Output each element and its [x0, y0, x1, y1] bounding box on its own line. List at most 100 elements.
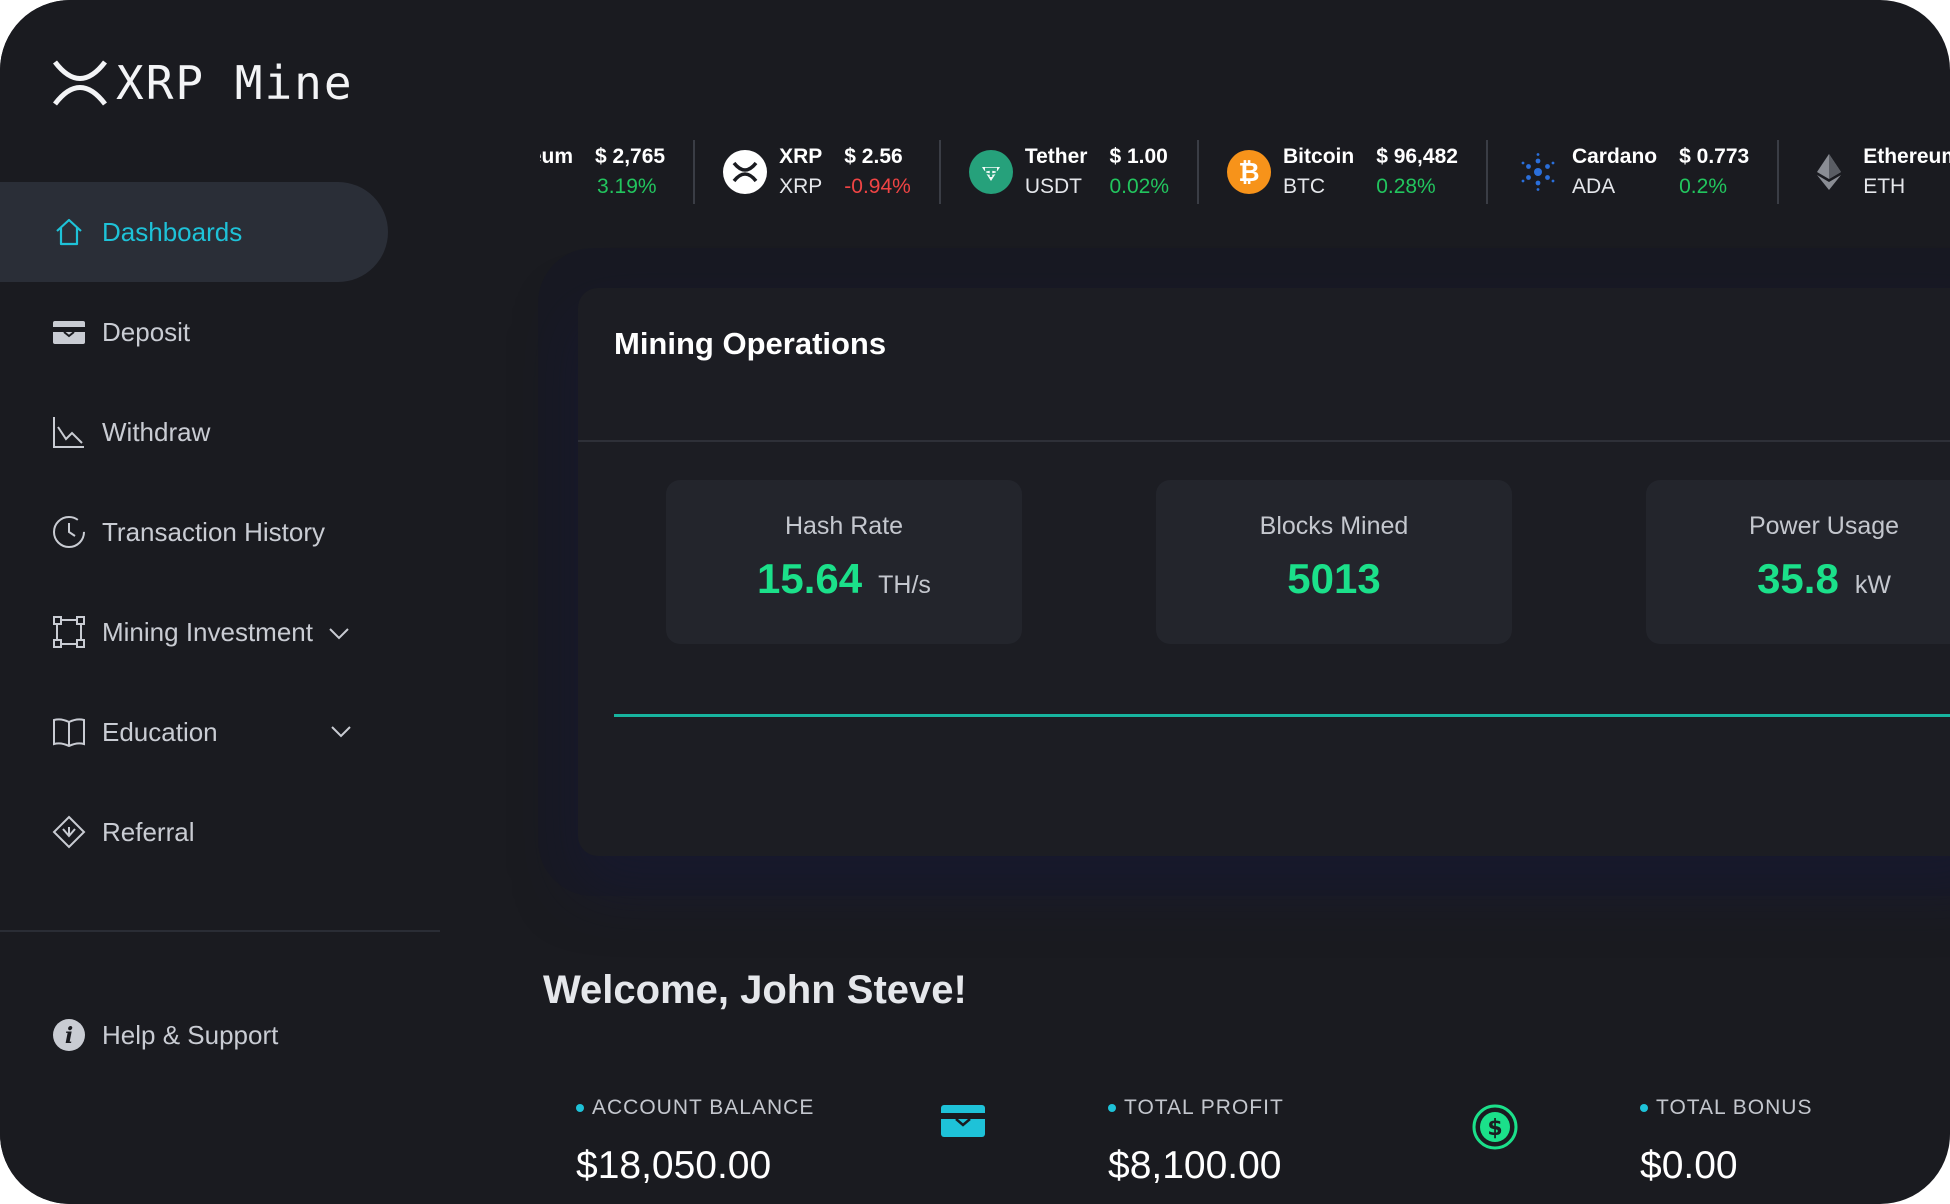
cardano-icon — [1516, 150, 1560, 194]
sidebar-nav: Dashboards Deposit Withdraw Transaction … — [0, 182, 440, 882]
sidebar: XRP Mine Dashboards Deposit Withdraw Tra… — [0, 0, 440, 1204]
ticker-item[interactable]: Ethereum ETH — [1779, 140, 1950, 204]
coin-change: 0.02% — [1109, 175, 1170, 198]
sidebar-item-label: Withdraw — [102, 416, 211, 447]
sidebar-item-label: Deposit — [102, 316, 191, 347]
metric-label: TOTAL BONUS — [1656, 1096, 1813, 1119]
coin-symbol: BTC — [1283, 175, 1326, 198]
ticker-item[interactable]: ereum I $ 2,765 3.19% — [540, 140, 696, 204]
logo[interactable]: XRP Mine — [52, 56, 354, 110]
chevron-down-icon[interactable] — [328, 718, 354, 744]
metric-label: TOTAL PROFIT — [1124, 1096, 1284, 1119]
bullet-dot — [576, 1104, 584, 1112]
ticker-item[interactable]: ₿ Bitcoin BTC $ 96,482 0.28% — [1199, 140, 1488, 204]
help-label: Help & Support — [102, 1019, 279, 1050]
ticker-track: ereum I $ 2,765 3.19% XRP XRP — [540, 140, 1950, 204]
xrp-icon — [723, 150, 768, 194]
coin-name: Bitcoin — [1283, 145, 1355, 168]
stat-unit: TH/s — [878, 571, 931, 599]
coin-price: $ 0.773 — [1679, 145, 1750, 168]
dollar-coin-icon: $ — [1472, 1104, 1518, 1150]
blocks-mined-card: Blocks Mined 5013 — [1156, 480, 1512, 644]
total-bonus-metric: TOTAL BONUS $0.00 — [1640, 1096, 1812, 1188]
sidebar-item-transaction-history[interactable]: Transaction History — [0, 482, 440, 582]
mining-operations-panel: Mining Operations Hash Rate 15.64 TH/s B… — [578, 288, 1950, 856]
metric-label: ACCOUNT BALANCE — [592, 1096, 815, 1119]
chevron-down-icon[interactable] — [326, 620, 352, 646]
account-balance-metric: ACCOUNT BALANCE $18,050.00 — [576, 1096, 814, 1188]
sidebar-item-label: Mining Investment — [102, 616, 313, 647]
coin-price: $ 2.56 — [844, 145, 903, 168]
stat-unit: kW — [1854, 571, 1891, 599]
panel-title: Mining Operations — [614, 326, 887, 361]
sidebar-item-referral[interactable]: Referral — [0, 782, 440, 882]
chart-line-icon — [52, 415, 86, 449]
coin-change: -0.94% — [844, 175, 911, 198]
ticker-item[interactable]: Tether USDT $ 1.00 0.02% — [941, 140, 1200, 204]
metric-value: $8,100.00 — [1108, 1144, 1282, 1187]
app-frame: XRP Mine Dashboards Deposit Withdraw Tra… — [0, 0, 1950, 1204]
coin-symbol: XRP — [779, 175, 823, 198]
frame-icon — [52, 615, 86, 649]
stat-label: Blocks Mined — [1259, 512, 1409, 540]
diamond-icon — [52, 815, 86, 849]
coin-symbol: ADA — [1571, 175, 1616, 198]
coin-name: Ethereum — [1863, 145, 1950, 168]
sidebar-item-withdraw[interactable]: Withdraw — [0, 382, 440, 482]
app-name: XRP Mine — [116, 56, 354, 110]
coin-change: 0.2% — [1679, 175, 1727, 198]
book-icon — [52, 715, 86, 749]
metric-value: $18,050.00 — [576, 1144, 772, 1187]
stat-label: Power Usage — [1748, 512, 1900, 540]
coin-price: $ 96,482 — [1376, 145, 1458, 168]
sidebar-item-label: Education — [102, 716, 218, 747]
coin-name: XRP — [779, 145, 823, 168]
wallet-icon — [941, 1105, 985, 1137]
coin-price: $ 2,765 — [595, 145, 666, 168]
coin-name: ereum — [540, 145, 574, 168]
metric-value: $0.00 — [1640, 1144, 1738, 1187]
info-icon: i — [53, 1019, 85, 1051]
bullet-dot — [1640, 1104, 1648, 1112]
stat-value: 15.64 — [757, 555, 863, 602]
coin-name: Cardano — [1571, 145, 1658, 168]
total-profit-metric: TOTAL PROFIT $8,100.00 — [1108, 1096, 1284, 1188]
coin-price: $ 1.00 — [1109, 145, 1168, 168]
coin-symbol: USDT — [1024, 175, 1083, 198]
sidebar-item-label: Referral — [102, 816, 195, 847]
sidebar-item-label: Transaction History — [102, 516, 325, 547]
sidebar-item-dashboards[interactable]: Dashboards — [0, 182, 388, 282]
sidebar-item-mining-investment[interactable]: Mining Investment — [0, 582, 440, 682]
bullet-dot — [1108, 1104, 1116, 1112]
sidebar-item-education[interactable]: Education — [0, 682, 440, 782]
stat-label: Hash Rate — [784, 512, 904, 540]
price-ticker: ereum I $ 2,765 3.19% XRP XRP — [540, 140, 1950, 204]
ticker-item[interactable]: Cardano ADA $ 0.773 0.2% — [1488, 140, 1780, 204]
coin-symbol: ETH — [1863, 175, 1906, 198]
ticker-item[interactable]: XRP XRP $ 2.56 -0.94% — [695, 140, 941, 204]
sidebar-item-label: Dashboards — [102, 216, 243, 247]
coin-change: 3.19% — [597, 175, 657, 198]
coin-change: 0.28% — [1376, 175, 1436, 198]
clock-icon — [52, 515, 86, 549]
bitcoin-icon: ₿ — [1227, 150, 1272, 194]
sidebar-divider — [0, 930, 440, 932]
power-usage-card: Power Usage 35.8 kW — [1646, 480, 1950, 644]
coin-name: Tether — [1024, 145, 1088, 168]
tether-icon — [968, 150, 1013, 194]
coin-symbol: I — [540, 172, 573, 202]
svg-text:i: i — [65, 1023, 73, 1049]
stat-value: 35.8 — [1757, 555, 1839, 602]
help-support-link[interactable]: i Help & Support — [52, 1018, 278, 1052]
stat-value: 5013 — [1287, 555, 1381, 602]
ethereum-icon — [1807, 150, 1851, 194]
welcome-heading: Welcome, John Steve! — [543, 968, 967, 1012]
sidebar-item-deposit[interactable]: Deposit — [0, 282, 440, 382]
svg-text:$: $ — [1487, 1116, 1502, 1141]
mining-progress-line — [614, 714, 1950, 717]
hash-rate-card: Hash Rate 15.64 TH/s — [666, 480, 1022, 644]
panel-divider — [578, 440, 1950, 442]
home-icon — [52, 215, 86, 249]
wallet-icon — [52, 315, 86, 349]
xrp-logo-icon — [53, 60, 107, 106]
